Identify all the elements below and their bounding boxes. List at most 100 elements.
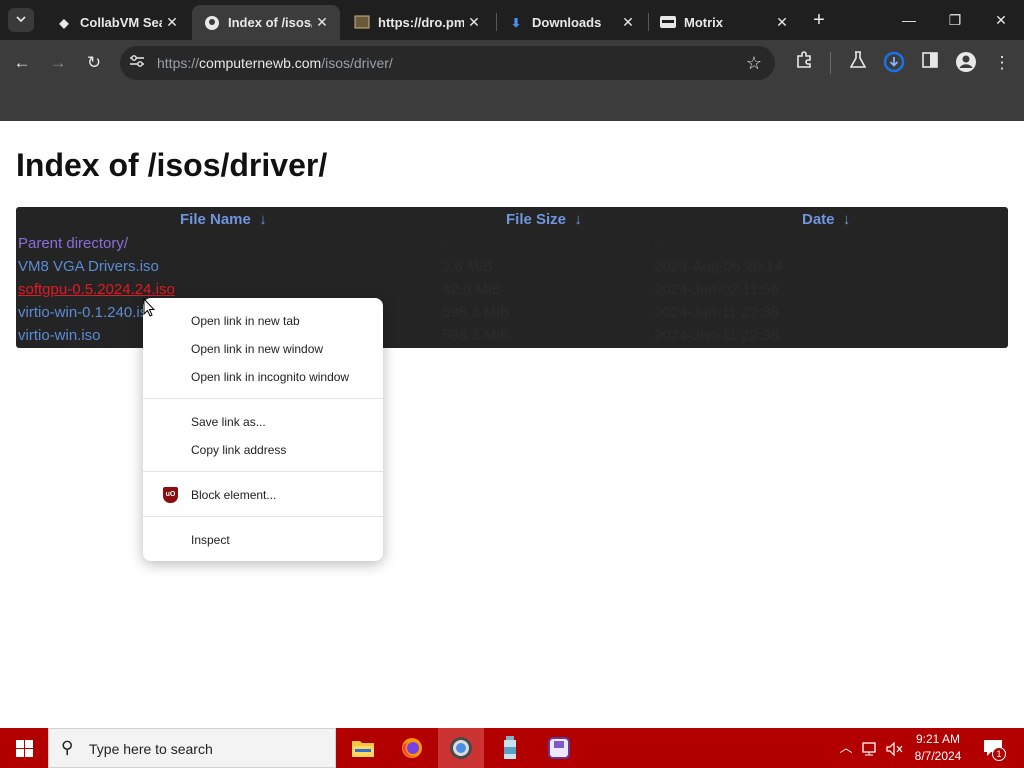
new-tab-button[interactable]: + — [808, 9, 830, 31]
sort-arrow-icon: ↓ — [259, 211, 267, 228]
labs-flask-icon[interactable] — [846, 51, 870, 75]
side-panel-icon[interactable] — [918, 51, 942, 75]
restore-button[interactable]: ❐ — [932, 0, 978, 40]
file-date: 2024-Jan-11 22:38 — [654, 327, 779, 344]
extensions-icon[interactable] — [792, 51, 816, 75]
clock-date: 8/7/2024 — [914, 749, 962, 763]
taskbar-app-bottle[interactable] — [487, 728, 533, 768]
minimize-button[interactable]: — — [886, 0, 932, 40]
column-header-file-name[interactable]: File Name ↓ — [180, 211, 267, 228]
search-icon: ⚲ — [61, 738, 74, 757]
file-size: - — [442, 235, 447, 252]
file-link[interactable]: VM8 VGA Drivers.iso — [18, 258, 159, 275]
menu-item-open-new-tab[interactable]: Open link in new tab — [143, 307, 383, 335]
menu-item-inspect[interactable]: Inspect — [143, 526, 383, 554]
file-date: 2024-Jun-02 11:56 — [654, 281, 779, 298]
bookmarks-bar — [0, 86, 1024, 121]
taskbar-search-box[interactable]: ⚲ Type here to search — [48, 728, 336, 768]
download-progress-icon[interactable] — [882, 51, 906, 75]
windows-logo-icon — [16, 740, 33, 757]
sort-arrow-icon: ↓ — [842, 211, 851, 228]
menu-item-copy-link-address[interactable]: Copy link address — [143, 436, 383, 464]
url-path: /isos/driver/ — [321, 55, 393, 71]
file-size: 598.3 MiB — [442, 327, 510, 344]
show-hidden-icons-icon[interactable]: ︿ — [836, 728, 856, 768]
reload-button[interactable]: ↻ — [82, 51, 106, 75]
taskbar-firefox[interactable] — [389, 728, 435, 768]
table-row: VM8 VGA Drivers.iso 2.6 MiB 2023-Aug-06 … — [18, 256, 1006, 279]
ublock-origin-icon: uO — [163, 487, 178, 503]
tab-dro-pm[interactable]: https://dro.pm ✕ — [342, 5, 492, 40]
file-link[interactable]: virtio-win.iso — [18, 327, 101, 344]
taskbar-motrix[interactable] — [536, 728, 582, 768]
menu-item-save-link-as[interactable]: Save link as... — [143, 408, 383, 436]
taskbar-file-explorer[interactable] — [340, 728, 386, 768]
tab-search-button[interactable] — [8, 8, 34, 32]
collabvm-icon: ◆ — [59, 15, 69, 30]
tab-collabvm[interactable]: ◆ CollabVM Sear ✕ — [44, 5, 190, 40]
file-size: 2.6 MiB — [442, 258, 493, 275]
system-clock[interactable]: 9:21 AM 8/7/2024 — [905, 731, 971, 765]
toolbar-divider — [830, 52, 831, 74]
folder-icon — [352, 740, 374, 757]
image-icon — [354, 15, 370, 31]
context-menu: Open link in new tab Open link in new wi… — [143, 298, 383, 561]
start-button[interactable] — [0, 728, 48, 768]
clock-time: 9:21 AM — [915, 732, 961, 746]
taskbar-chrome[interactable] — [438, 728, 484, 768]
file-link[interactable]: softgpu-0.5.2024.24.iso — [18, 281, 175, 298]
tab-motrix[interactable]: Motrix ✕ — [648, 5, 800, 40]
close-tab-icon[interactable]: ✕ — [464, 14, 484, 31]
forward-button[interactable]: → — [46, 51, 70, 75]
profile-avatar-icon[interactable] — [954, 51, 978, 75]
sort-arrow-icon: ↓ — [574, 211, 582, 228]
file-link[interactable]: virtio-win-0.1.240.iso — [18, 304, 156, 321]
network-icon[interactable] — [860, 728, 882, 768]
address-bar[interactable]: https://computernewb.com/isos/driver/ ☆ — [120, 46, 775, 80]
motrix-icon — [660, 15, 676, 31]
download-icon: ⬇ — [510, 15, 522, 30]
menu-item-open-new-window[interactable]: Open link in new window — [143, 335, 383, 363]
site-info-icon[interactable] — [128, 54, 146, 72]
file-date: - — [654, 235, 659, 252]
file-link[interactable]: Parent directory/ — [18, 235, 128, 252]
bottle-app-icon — [504, 735, 516, 759]
bookmark-star-icon[interactable]: ☆ — [743, 52, 765, 74]
volume-muted-icon[interactable] — [884, 728, 906, 768]
file-size: 42.0 MiB — [442, 281, 502, 298]
tab-strip: ◆ CollabVM Sear ✕ Index of /isos/d ✕ htt… — [0, 0, 1024, 40]
menu-item-open-incognito[interactable]: Open link in incognito window — [143, 363, 383, 391]
close-tab-icon[interactable]: ✕ — [772, 14, 792, 31]
taskbar: ⚲ Type here to search ︿ 9:21 AM 8/7/2024… — [0, 728, 1024, 768]
github-icon — [204, 15, 220, 31]
column-header-date[interactable]: Date ↓ — [802, 211, 850, 228]
close-tab-icon[interactable]: ✕ — [312, 14, 332, 31]
close-window-button[interactable]: ✕ — [978, 0, 1024, 40]
motrix-app-icon — [548, 736, 570, 759]
browser-toolbar: ← → ↻ https://computernewb.com/isos/driv… — [0, 40, 1024, 86]
notification-count-badge: 1 — [992, 747, 1006, 761]
mouse-pointer-icon — [143, 298, 155, 317]
column-header-file-size[interactable]: File Size ↓ — [506, 211, 582, 228]
close-tab-icon[interactable]: ✕ — [162, 14, 182, 31]
action-center-button[interactable]: 1 — [980, 728, 1024, 768]
tab-downloads[interactable]: ⬇ Downloads ✕ — [496, 5, 646, 40]
menu-separator — [143, 471, 383, 472]
file-date: 2023-Aug-06 20:14 — [654, 258, 783, 275]
table-row: Parent directory/ - - — [18, 233, 1006, 256]
tab-index-of-isos[interactable]: Index of /isos/d ✕ — [192, 5, 340, 40]
page-title: Index of /isos/driver/ — [16, 147, 328, 183]
back-button[interactable]: ← — [10, 51, 34, 75]
firefox-icon — [402, 737, 422, 758]
menu-item-block-element[interactable]: uO Block element... — [143, 481, 383, 509]
chevron-down-icon — [16, 16, 26, 23]
url-scheme: https:// — [157, 55, 200, 71]
file-size: 598.3 MiB — [442, 304, 510, 321]
chrome-icon — [450, 736, 472, 759]
file-date: 2024-Jan-11 22:38 — [654, 304, 779, 321]
url-text: https://computernewb.com/isos/driver/ — [157, 55, 393, 71]
menu-separator — [143, 516, 383, 517]
menu-separator — [143, 398, 383, 399]
menu-kebab-icon[interactable]: ⋮ — [990, 51, 1014, 75]
close-tab-icon[interactable]: ✕ — [618, 14, 638, 31]
